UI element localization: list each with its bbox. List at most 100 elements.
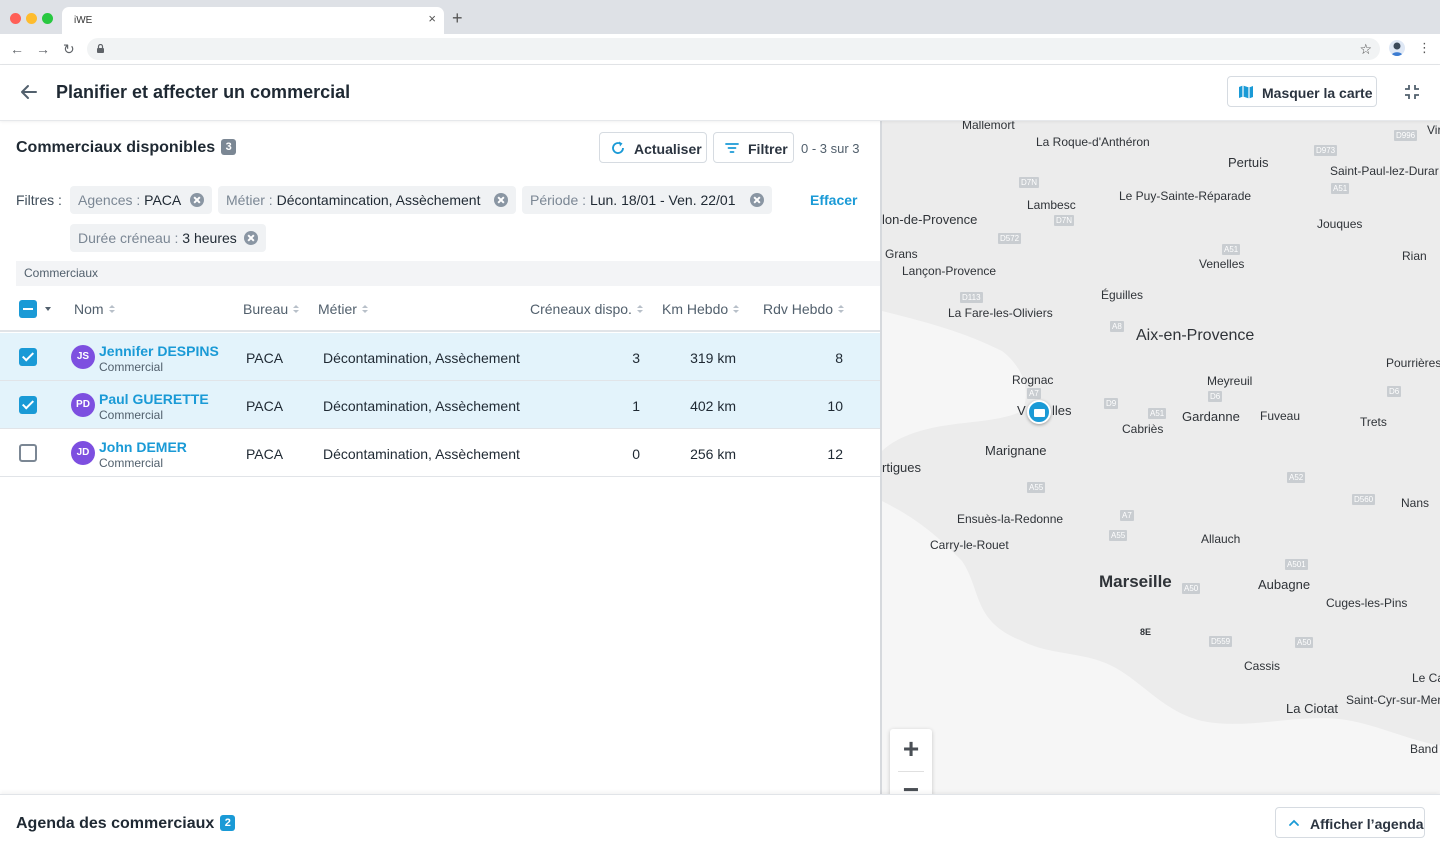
road-label: D572 — [998, 233, 1022, 244]
map-place-label: rtigues — [882, 460, 922, 475]
road-label: A8 — [1110, 321, 1124, 332]
row-checkbox[interactable] — [19, 348, 37, 366]
km-cell: 256 km — [690, 446, 736, 462]
office-cell: PACA — [246, 350, 284, 366]
map-place-label: La Fare-les-Oliviers — [948, 306, 1053, 320]
clear-filters-link[interactable]: Effacer — [810, 192, 857, 208]
back-nav-icon[interactable]: ← — [10, 40, 24, 58]
remove-filter-icon[interactable] — [750, 193, 764, 207]
filter-chip-value: Lun. 18/01 - Ven. 22/01 — [589, 192, 736, 208]
forward-nav-icon[interactable]: → — [36, 40, 50, 58]
app-header: Planifier et affecter un commercial Masq… — [0, 65, 1440, 121]
sales-name-link[interactable]: Paul GUERETTE — [99, 391, 209, 407]
road-label: A50 — [1182, 583, 1201, 594]
bookmark-star-icon[interactable]: ☆ — [1359, 40, 1372, 58]
show-agenda-button[interactable]: Afficher l’agenda — [1275, 807, 1425, 838]
column-header-km[interactable]: Km Hebdo — [662, 301, 740, 317]
row-checkbox[interactable] — [19, 396, 37, 414]
road-label: A55 — [1027, 482, 1046, 493]
profile-avatar-icon[interactable] — [1389, 40, 1405, 56]
map-place-label: Aubagne — [1258, 577, 1311, 592]
avatar: JD — [71, 441, 95, 465]
map-place-label: Marseille — [1099, 572, 1172, 591]
road-label: D9 — [1104, 398, 1119, 409]
browser-menu-icon[interactable]: ⋮ — [1418, 40, 1431, 56]
column-header-office[interactable]: Bureau — [243, 301, 300, 317]
sales-role: Commercial — [99, 360, 164, 374]
road-label: D6 — [1208, 391, 1223, 402]
filter-label: Filtrer — [748, 141, 788, 157]
available-sales-panel: Commerciaux disponibles 3 Actualiser Filt… — [0, 121, 880, 794]
chevron-up-icon — [1289, 819, 1299, 826]
road-label: D973 — [1314, 145, 1338, 156]
road-label: D113 — [960, 292, 983, 303]
office-cell: PACA — [246, 446, 284, 462]
column-header-slots[interactable]: Créneaux dispo. — [530, 301, 643, 317]
window-maximize-dot[interactable] — [42, 13, 53, 24]
map-place-label: 8E — [1140, 627, 1152, 637]
window-minimize-dot[interactable] — [26, 13, 37, 24]
avatar: PD — [71, 393, 95, 417]
filter-chip-key: Période : — [530, 192, 587, 208]
sales-name-link[interactable]: Jennifer DESPINS — [99, 343, 219, 359]
slots-cell: 3 — [632, 350, 640, 366]
reload-icon[interactable]: ↻ — [63, 40, 75, 58]
road-label: A7 — [1027, 388, 1041, 399]
filter-chip-periode: Période : Lun. 18/01 - Ven. 22/01 — [522, 186, 772, 214]
filter-button[interactable]: Filtrer — [713, 132, 794, 163]
window-close-dot[interactable] — [10, 13, 21, 24]
select-all-checkbox[interactable] — [19, 300, 37, 318]
filter-chip-key: Agences : — [78, 192, 141, 208]
table-row[interactable]: JD John DEMER Commercial PACA Décontamin… — [0, 429, 880, 477]
collapse-icon[interactable] — [1402, 82, 1422, 102]
row-checkbox[interactable] — [19, 444, 37, 462]
road-label: D559 — [1209, 636, 1233, 647]
filter-chip-metier: Métier : Décontamincation, Assèchement — [218, 186, 516, 214]
road-label: A51 — [1148, 408, 1167, 419]
filter-icon — [725, 143, 739, 153]
column-header-name[interactable]: Nom — [74, 301, 115, 317]
map-panel[interactable]: Mallemort La Roque-d'Anthéron Pertuis Vi… — [880, 121, 1440, 794]
map-icon — [1239, 85, 1253, 99]
hide-map-button[interactable]: Masquer la carte — [1227, 76, 1377, 107]
chevron-down-icon[interactable] — [45, 307, 51, 311]
road-label: A51 — [1222, 244, 1241, 255]
remove-filter-icon[interactable] — [494, 193, 508, 207]
refresh-label: Actualiser — [634, 141, 702, 157]
office-cell: PACA — [246, 398, 284, 414]
available-sales-title: Commerciaux disponibles 3 — [16, 139, 237, 157]
map-location-pin-icon[interactable] — [1027, 400, 1051, 424]
tab-title: iWE — [74, 15, 93, 26]
road-label: A501 — [1285, 559, 1308, 570]
road-label: D6 — [1387, 386, 1402, 397]
pagination-info: 0 - 3 sur 3 — [801, 141, 860, 156]
zoom-out-button[interactable]: − — [890, 773, 932, 794]
column-header-rdv[interactable]: Rdv Hebdo — [763, 301, 845, 317]
url-input[interactable]: ☆ — [87, 38, 1380, 60]
browser-tab[interactable]: iWE × — [62, 7, 444, 34]
back-arrow-icon[interactable] — [18, 81, 40, 103]
remove-filter-icon[interactable] — [190, 193, 204, 207]
new-tab-icon[interactable]: + — [452, 8, 463, 28]
table-row[interactable]: JS Jennifer DESPINS Commercial PACA Déco… — [0, 333, 880, 381]
zoom-in-button[interactable]: + — [890, 729, 932, 771]
column-header-trade[interactable]: Métier — [318, 301, 368, 317]
map-place-label: La Ciotat — [1286, 701, 1339, 716]
road-label: A50 — [1295, 637, 1314, 648]
sales-name-link[interactable]: John DEMER — [99, 439, 187, 455]
filter-chip-value: Décontamincation, Assèchement — [276, 192, 481, 208]
map-place-label: Jouques — [1317, 217, 1363, 231]
slots-cell: 1 — [632, 398, 640, 414]
map-place-label: lon-de-Provence — [882, 212, 978, 227]
sort-icon — [838, 305, 845, 314]
road-label: A7 — [1120, 510, 1134, 521]
table-header: Nom Bureau Métier Créneaux dispo. Km Heb… — [0, 286, 880, 332]
refresh-button[interactable]: Actualiser — [599, 132, 707, 163]
map-place-label: Venelles — [1199, 257, 1245, 271]
table-row[interactable]: PD Paul GUERETTE Commercial PACA Déconta… — [0, 381, 880, 429]
remove-filter-icon[interactable] — [244, 231, 258, 245]
filter-chip-value: 3 heures — [182, 230, 237, 246]
page-title: Planifier et affecter un commercial — [56, 82, 351, 102]
agenda-bar: Agenda des commerciaux 2 Afficher l’agend… — [0, 794, 1440, 850]
tab-close-icon[interactable]: × — [428, 12, 436, 26]
